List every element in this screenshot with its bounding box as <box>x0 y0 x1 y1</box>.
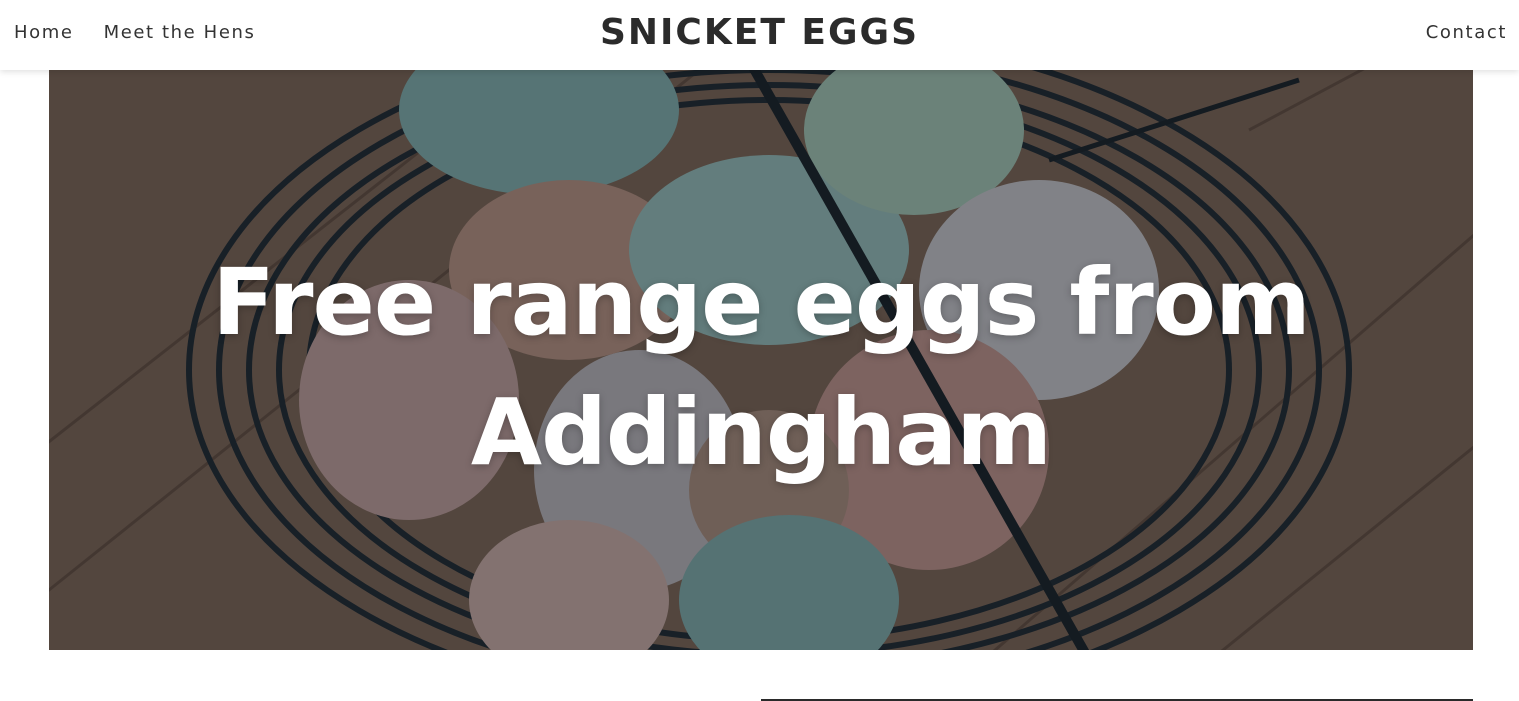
nav-link-contact[interactable]: Contact <box>1426 22 1507 43</box>
hero-heading-line-1: Free range eggs from <box>212 249 1311 356</box>
hero-banner: Free range eggs from Addingham <box>49 70 1473 650</box>
secondary-nav: Contact <box>1426 22 1507 43</box>
hero-heading: Free range eggs from Addingham <box>49 238 1473 498</box>
hero-heading-line-2: Addingham <box>470 379 1052 486</box>
site-logo-text[interactable]: SNICKET EGGS <box>0 12 1519 53</box>
site-header: Home Meet the Hens SNICKET EGGS Contact <box>0 0 1519 70</box>
